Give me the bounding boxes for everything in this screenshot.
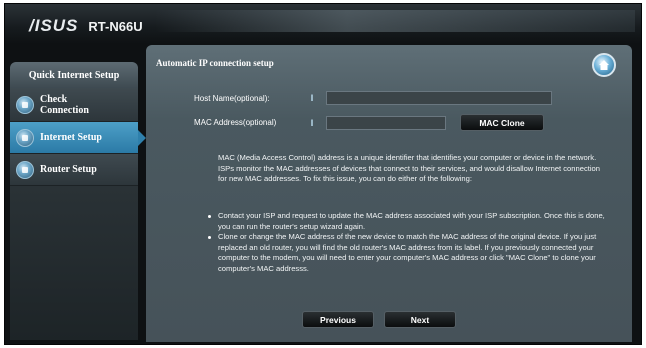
host-name-row: Host Name(optional): I — [194, 91, 552, 105]
next-button[interactable]: Next — [384, 311, 456, 328]
list-item-text: Clone or change the MAC address of the n… — [218, 232, 597, 273]
list-item: Clone or change the MAC address of the n… — [208, 232, 606, 274]
main-panel: Automatic IP connection setup Host Name(… — [146, 45, 632, 342]
header-bar: /ISUS RT-N66U — [5, 4, 641, 44]
sidebar-item-check-connection[interactable]: Check Connection — [10, 88, 138, 122]
list-item: Contact your ISP and request to update t… — [208, 211, 606, 232]
router-setup-icon — [16, 160, 34, 179]
mac-address-input[interactable] — [326, 115, 446, 130]
bullet-icon — [208, 215, 211, 218]
host-name-input[interactable] — [326, 91, 552, 105]
page-title: Automatic IP connection setup — [156, 58, 274, 68]
sidebar-item-label: Router Setup — [40, 164, 97, 175]
home-button[interactable] — [592, 53, 616, 77]
info-icon: I — [310, 117, 314, 128]
mac-clone-button[interactable]: MAC Clone — [460, 114, 544, 131]
sidebar-item-label-line2: Connection — [40, 104, 89, 116]
sidebar-item-label: Internet Setup — [40, 132, 102, 143]
host-name-label: Host Name(optional): — [194, 93, 270, 103]
mac-options-list: Contact your ISP and request to update t… — [208, 211, 606, 274]
sidebar: Quick Internet Setup Check Connection In… — [10, 62, 146, 342]
model-name: RT-N66U — [88, 18, 143, 34]
sidebar-filler — [10, 186, 138, 340]
sidebar-item-label: Check Connection — [40, 94, 89, 116]
mac-address-row: MAC Address(optional) I MAC Clone — [194, 114, 544, 131]
sidebar-title: Quick Internet Setup — [10, 62, 138, 88]
bullet-icon — [208, 236, 211, 239]
brand: /ISUS RT-N66U — [29, 16, 143, 36]
asus-logo: /ISUS — [29, 16, 79, 35]
check-connection-icon — [16, 95, 34, 114]
sidebar-item-router-setup[interactable]: Router Setup — [10, 154, 138, 186]
list-item-text: Contact your ISP and request to update t… — [218, 211, 605, 231]
sidebar-item-internet-setup[interactable]: Internet Setup — [10, 122, 146, 154]
previous-button[interactable]: Previous — [302, 311, 374, 328]
internet-setup-icon — [16, 128, 34, 147]
info-icon: I — [310, 93, 314, 103]
sidebar-item-label-line1: Check — [40, 93, 68, 105]
mac-address-label: MAC Address(optional) — [194, 118, 277, 127]
home-icon — [599, 60, 609, 70]
mac-description: MAC (Media Access Control) address is a … — [218, 153, 600, 183]
